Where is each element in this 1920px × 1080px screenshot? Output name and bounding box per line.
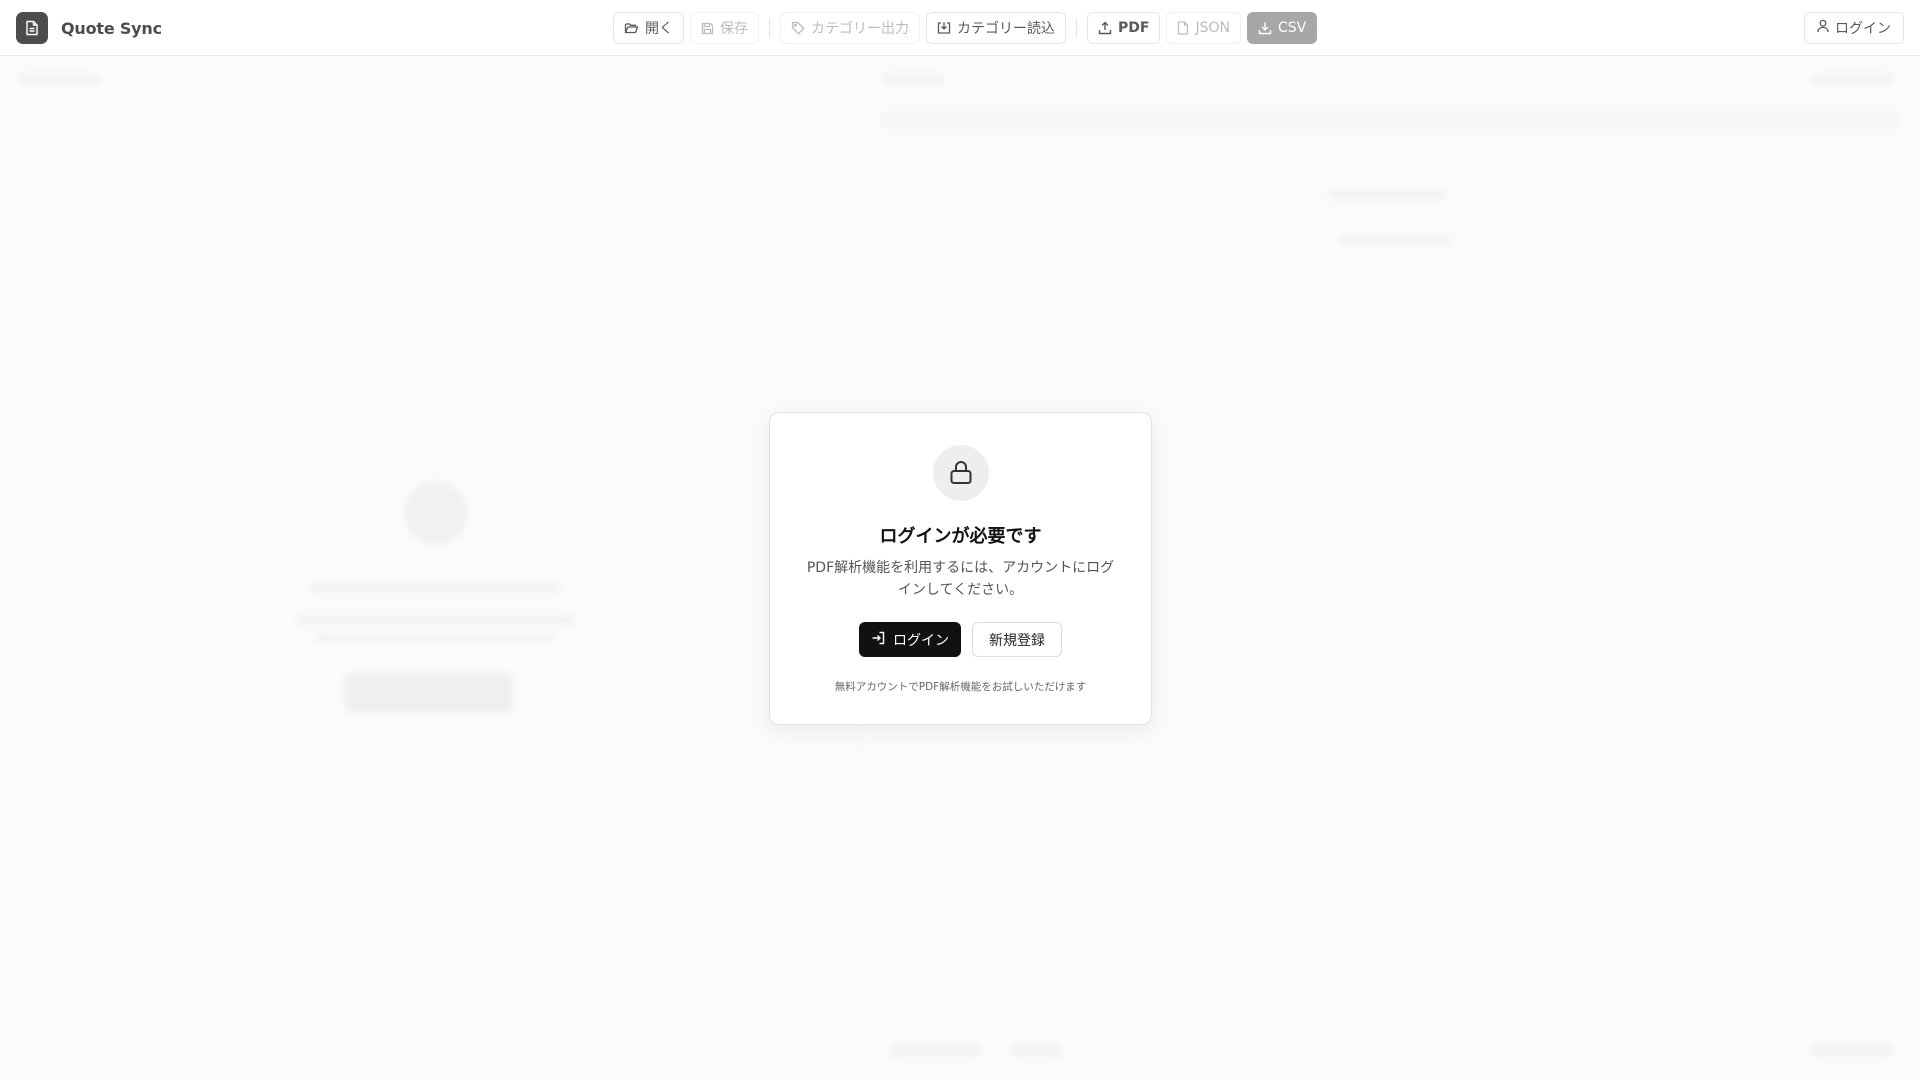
login-button[interactable]: ログイン bbox=[859, 622, 961, 657]
signup-button-label: 新規登録 bbox=[989, 632, 1045, 649]
dialog-description: PDF解析機能を利用するには、アカウントにログインしてください。 bbox=[806, 560, 1115, 598]
dialog-note: 無料アカウントでPDF解析機能をお試しいただけます bbox=[834, 681, 1087, 693]
lock-icon bbox=[933, 445, 989, 501]
login-button-label: ログイン bbox=[893, 632, 949, 649]
signup-button[interactable]: 新規登録 bbox=[972, 622, 1062, 657]
log-in-icon bbox=[871, 631, 885, 649]
login-required-dialog: ログインが必要です PDF解析機能を利用するには、アカウントにログインしてくださ… bbox=[769, 412, 1152, 725]
dialog-actions: ログイン 新規登録 bbox=[770, 622, 1151, 657]
dialog-title: ログインが必要です bbox=[879, 526, 1042, 547]
